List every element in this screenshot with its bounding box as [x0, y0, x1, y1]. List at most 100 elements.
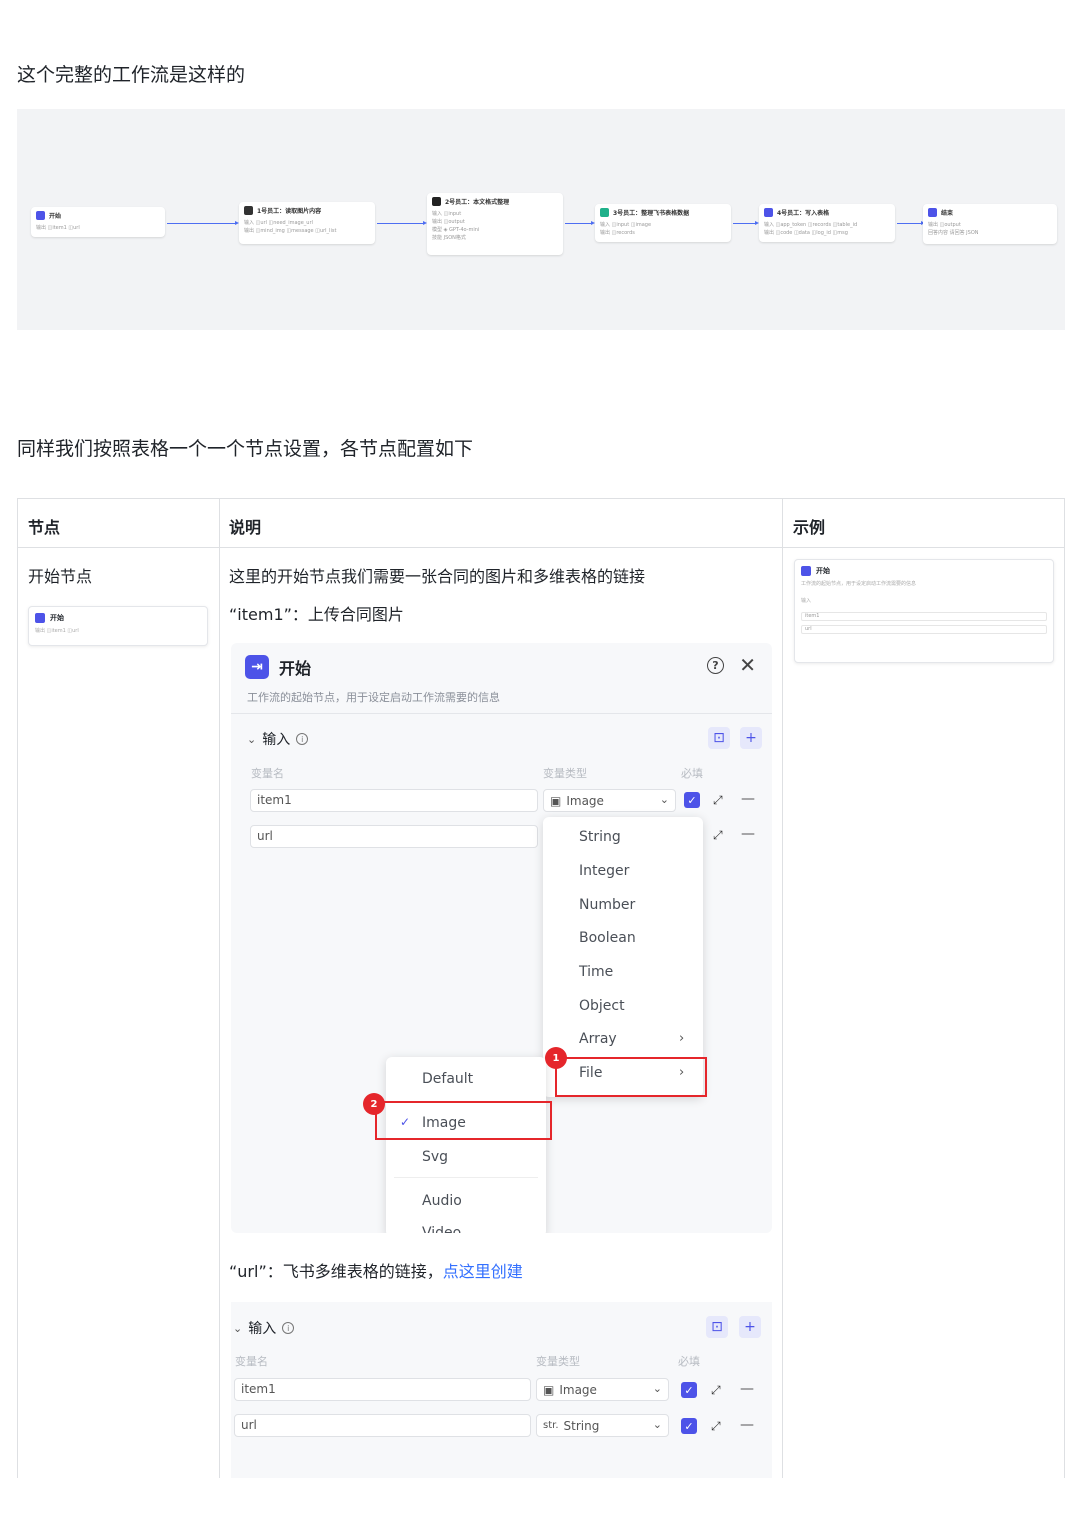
- expand-icon[interactable]: ⤢: [713, 828, 723, 843]
- col-required: 必填: [681, 767, 703, 780]
- thumb-row: url: [801, 625, 1047, 634]
- desc-url-text: “url”：飞书多维表格的链接，: [229, 1262, 443, 1281]
- expand-icon[interactable]: ⤢: [713, 793, 723, 808]
- node-title: 2号员工：本文格式整理: [445, 199, 510, 206]
- string-icon: str.: [543, 1420, 559, 1431]
- import-button[interactable]: ⊡: [708, 727, 730, 749]
- close-icon[interactable]: ✕: [739, 653, 756, 677]
- select-value: String: [563, 1418, 600, 1433]
- menu-item-number[interactable]: Number: [543, 897, 703, 913]
- menu-item-video[interactable]: Video: [386, 1225, 546, 1233]
- panel-subtitle: 工作流的起始节点，用于设定启动工作流需要的信息: [247, 691, 500, 704]
- divider: [231, 713, 772, 714]
- node-name: 开始节点: [28, 567, 93, 586]
- edge: [565, 221, 595, 225]
- node-row: 模型 ◈ GPT-4o-mini: [432, 227, 480, 233]
- column-divider: [782, 499, 783, 1478]
- chevron-down-icon: ⌄: [659, 793, 669, 806]
- menu-item-object[interactable]: Object: [543, 998, 703, 1014]
- expand-icon[interactable]: ⤢: [711, 1383, 721, 1398]
- variable-name-input[interactable]: item1: [234, 1378, 531, 1401]
- required-checkbox[interactable]: ✓: [681, 1382, 697, 1398]
- node-row: 输入 ◫url ◫need_image_url: [244, 220, 313, 226]
- workflow-canvas[interactable]: 开始 输出 ◫item1 ◫url 1号员工：读取图片内容 输入 ◫url ◫n…: [17, 109, 1065, 330]
- menu-item-string[interactable]: String: [543, 829, 703, 845]
- remove-icon[interactable]: —: [741, 826, 755, 842]
- variable-name-input[interactable]: url: [234, 1414, 531, 1437]
- section-label: 输入: [262, 732, 291, 748]
- variable-type-select[interactable]: ▣ Image ⌄: [543, 789, 676, 812]
- menu-item-boolean[interactable]: Boolean: [543, 930, 703, 946]
- start-icon: [801, 566, 811, 576]
- menu-item-time[interactable]: Time: [543, 964, 703, 980]
- desc-line-1: 这里的开始节点我们需要一张合同的图片和多维表格的链接: [229, 567, 646, 586]
- node-title: 1号员工：读取图片内容: [257, 208, 322, 215]
- required-checkbox[interactable]: ✓: [684, 792, 700, 808]
- variable-type-select[interactable]: str. String ⌄: [536, 1414, 669, 1437]
- workflow-node-1[interactable]: 1号员工：读取图片内容 输入 ◫url ◫need_image_url 输出 ◫…: [239, 202, 375, 244]
- highlight-image: [375, 1101, 552, 1140]
- menu-item-integer[interactable]: Integer: [543, 863, 703, 879]
- node-icon: [600, 208, 609, 217]
- col-variable-name: 变量名: [251, 767, 284, 780]
- menu-item-default[interactable]: Default: [386, 1071, 546, 1087]
- file-submenu: Default ✓ Image Svg Audio Video: [386, 1057, 546, 1233]
- create-link[interactable]: 点这里创建: [443, 1262, 523, 1281]
- node-title: 开始: [49, 213, 62, 220]
- info-icon: i: [296, 733, 309, 745]
- node-icon: [432, 197, 441, 206]
- workflow-node-end[interactable]: 结束 输出 ◫output 回答内容 请回答 JSON: [923, 204, 1057, 244]
- node-row: 技能 JSON格式: [432, 235, 466, 241]
- menu-item-audio[interactable]: Audio: [386, 1193, 546, 1209]
- menu-item-svg[interactable]: Svg: [386, 1149, 546, 1165]
- workflow-node-4[interactable]: 4号员工：写入表格 输入 ◫app_token ◫records ◫table_…: [759, 204, 895, 242]
- image-icon: ▣: [550, 793, 562, 808]
- help-icon[interactable]: ?: [707, 657, 724, 674]
- section-heading: 同样我们按照表格一个一个节点设置，各节点配置如下: [17, 438, 474, 460]
- node-row: 输入 ◫app_token ◫records ◫table_id: [764, 222, 858, 228]
- remove-icon[interactable]: —: [740, 1381, 754, 1397]
- variable-name-input[interactable]: item1: [250, 789, 538, 812]
- required-checkbox[interactable]: ✓: [681, 1418, 697, 1434]
- column-divider: [219, 499, 220, 1478]
- expand-icon[interactable]: ⤢: [711, 1419, 721, 1434]
- variable-name-input[interactable]: url: [250, 825, 538, 848]
- workflow-node-3[interactable]: 3号员工：整理飞书表格数据 输入 ◫input ◫image 输出 ◫recor…: [595, 204, 731, 242]
- intro-text: 这个完整的工作流是这样的: [17, 64, 246, 86]
- edge: [733, 221, 759, 225]
- chevron-down-icon: ⌄: [652, 1418, 662, 1431]
- workflow-node-start[interactable]: 开始 输出 ◫item1 ◫url: [31, 207, 165, 237]
- desc-line-2: “item1”：上传合同图片: [229, 605, 404, 624]
- thumb-title: 开始: [50, 614, 64, 622]
- edge: [377, 221, 427, 225]
- add-variable-button[interactable]: +: [739, 1316, 761, 1338]
- start-node-icon: ⇥: [245, 655, 269, 679]
- node-row: 输入 ◫input: [432, 211, 462, 217]
- remove-icon[interactable]: —: [740, 1417, 754, 1433]
- thumb-title: 开始: [816, 567, 830, 575]
- image-icon: ▣: [543, 1382, 555, 1397]
- info-icon: i: [282, 1322, 295, 1334]
- chevron-down-icon: ⌄: [247, 732, 257, 746]
- chevron-down-icon: ⌄: [652, 1382, 662, 1395]
- node-row: 输出 ◫mind_img ◫message ◫url_list: [244, 228, 337, 234]
- menu-divider: [394, 1177, 538, 1178]
- thumb-row: item1: [801, 612, 1047, 621]
- node-row: 输入 ◫input ◫image: [600, 222, 652, 228]
- input-section-toggle[interactable]: ⌄ 输入 i: [247, 729, 309, 749]
- select-value: Image: [566, 793, 604, 808]
- remove-icon[interactable]: —: [741, 791, 755, 807]
- workflow-node-2[interactable]: 2号员工：本文格式整理 输入 ◫input 输出 ◫output 模型 ◈ GP…: [427, 193, 563, 255]
- import-button[interactable]: ⊡: [706, 1316, 728, 1338]
- edge: [897, 221, 925, 225]
- input-section-toggle[interactable]: ⌄ 输入 i: [233, 1318, 295, 1338]
- add-variable-button[interactable]: +: [740, 727, 762, 749]
- example-thumbnail: 开始 工作流的起始节点，用于设定启动工作流需要的信息 输入 item1 url: [794, 559, 1054, 663]
- header-desc: 说明: [229, 518, 262, 537]
- start-node-config-panel: ⇥ 开始 ? ✕ 工作流的起始节点，用于设定启动工作流需要的信息 ⌄ 输入 i …: [231, 643, 772, 1233]
- variable-type-select[interactable]: ▣ Image ⌄: [536, 1378, 669, 1401]
- panel-header: ⇥ 开始: [245, 655, 311, 679]
- header-node: 节点: [28, 518, 61, 537]
- select-value: Image: [559, 1382, 597, 1397]
- edge: [167, 221, 239, 225]
